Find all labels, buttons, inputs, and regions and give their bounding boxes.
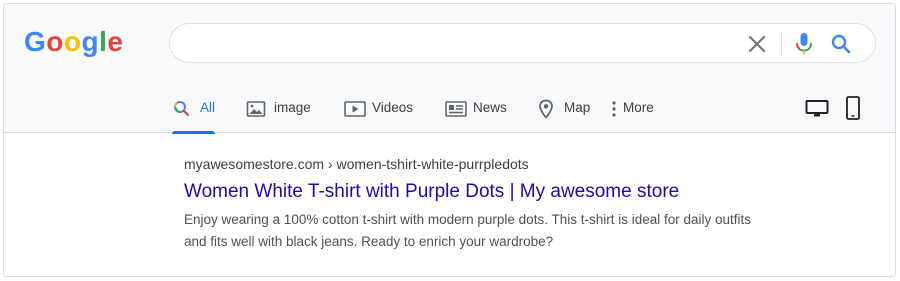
tab-label: All [200,100,216,115]
tab-all[interactable]: All [172,97,216,134]
tab-label: More [623,100,654,115]
video-icon [344,99,366,119]
tab-more[interactable]: More [609,97,654,133]
logo-letter: e [107,26,124,57]
search-header: Google All image Videos News Map More [4,4,895,134]
search-icon[interactable] [830,33,852,55]
search-icon [172,99,192,119]
tab-news[interactable]: News [445,97,507,133]
mobile-icon[interactable] [844,96,862,120]
logo-letter: l [99,26,108,57]
tab-label: image [274,100,311,115]
more-vertical-icon [609,99,619,119]
result-snippet: Enjoy wearing a 100% cotton t-shirt with… [184,209,804,253]
tab-label: Videos [372,100,414,115]
logo-letter: o [63,26,82,57]
result-title-link[interactable]: Women White T-shirt with Purple Dots | M… [184,180,804,204]
logo-letter: g [81,26,100,57]
result-breadcrumb[interactable]: myawesomestore.com › women-tshirt-white-… [184,155,804,173]
close-icon[interactable] [747,34,767,54]
search-input[interactable] [186,32,726,54]
image-icon [246,99,266,119]
search-box [169,23,876,63]
microphone-icon[interactable] [794,32,814,56]
snippet-line: and fits well with black jeans. Ready to… [184,234,554,249]
tab-label: News [473,100,507,115]
snippet-line: Enjoy wearing a 100% cotton t-shirt with… [184,212,752,227]
search-result: myawesomestore.com › women-tshirt-white-… [184,155,804,253]
desktop-icon[interactable] [805,100,829,118]
news-icon [445,99,467,119]
search-divider [781,33,782,55]
tab-label: Map [564,100,591,115]
serp-preview-frame: Google All image Videos News Map More my… [3,3,896,277]
google-logo[interactable]: Google [24,26,123,58]
tab-map[interactable]: Map [536,97,590,133]
tab-images[interactable]: image [246,97,311,133]
logo-letter: G [24,26,47,57]
map-pin-icon [536,99,556,119]
tab-videos[interactable]: Videos [344,97,413,133]
logo-letter: o [46,26,64,57]
